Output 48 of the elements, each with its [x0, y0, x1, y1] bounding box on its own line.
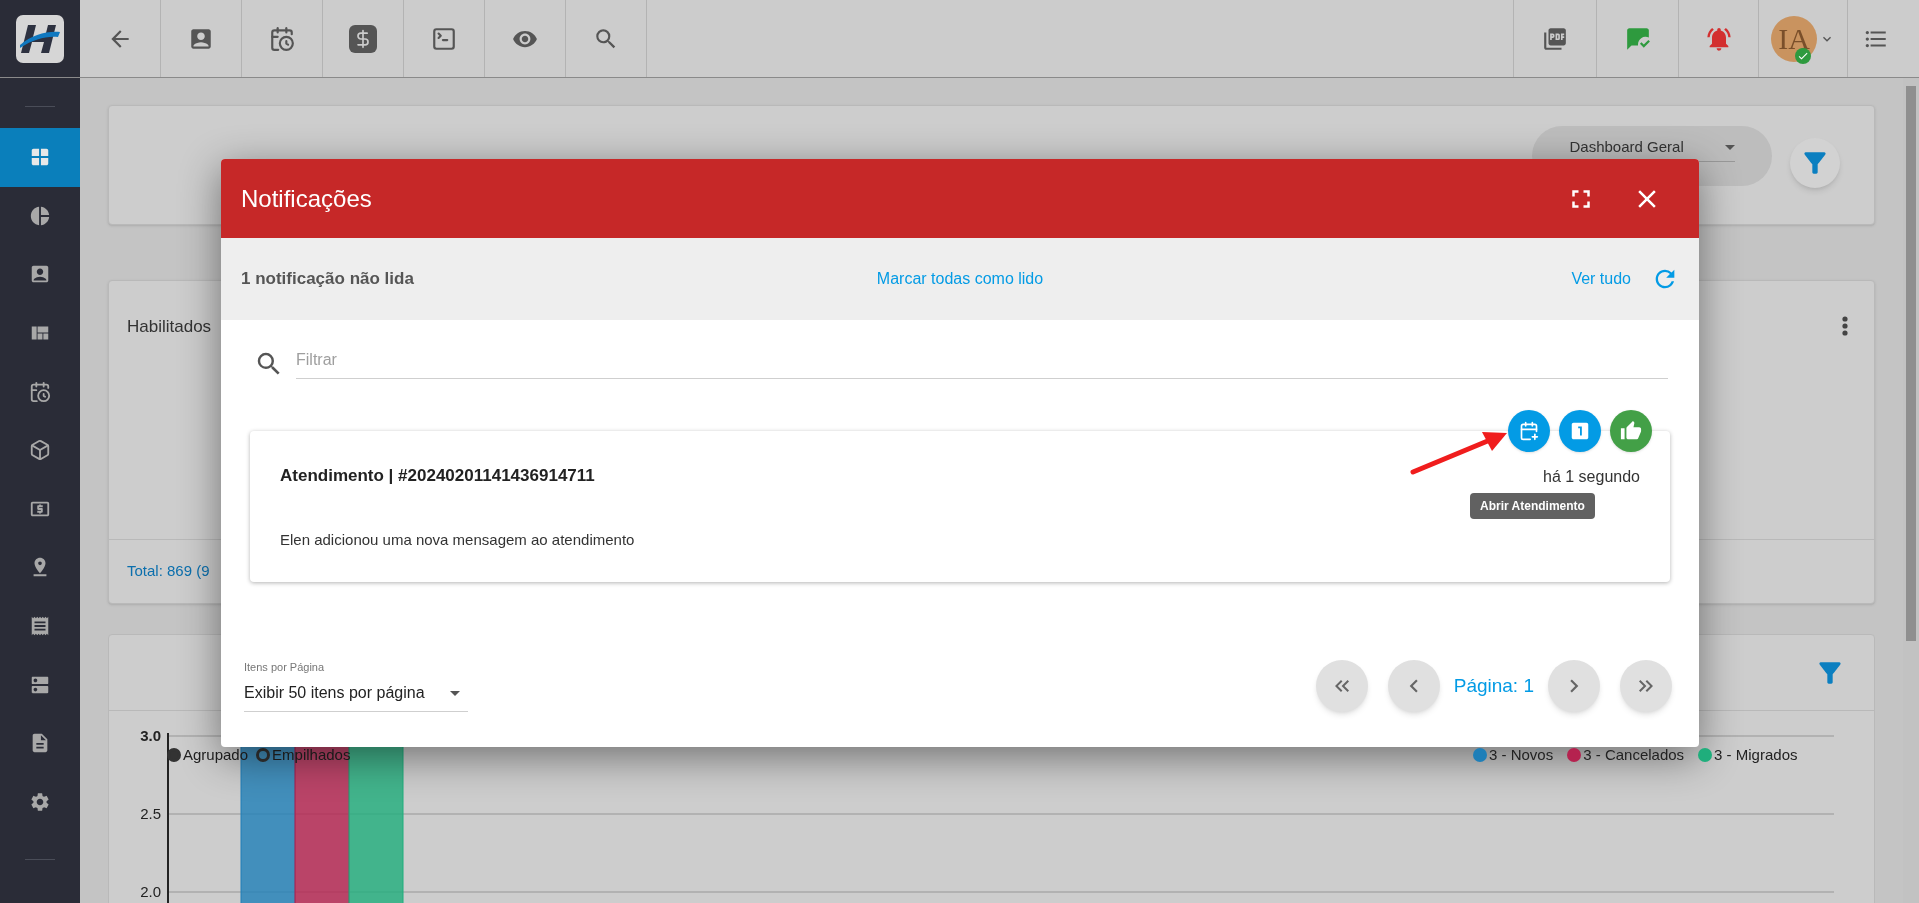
sidebar-item[interactable]: [0, 128, 80, 187]
tooltip: Abrir Atendimento: [1470, 493, 1595, 519]
dialog-title: Notificações: [241, 183, 373, 214]
avatar-button[interactable]: IA: [1759, 0, 1848, 77]
box-icon: [29, 439, 51, 462]
filter-field[interactable]: Filtrar: [296, 348, 1668, 379]
last-page-button[interactable]: [1620, 660, 1672, 712]
online-check-icon: [1795, 47, 1811, 64]
chat-check-icon: [1624, 25, 1651, 52]
thumbs-up-button[interactable]: [1610, 410, 1652, 452]
number-one-icon: [1569, 420, 1591, 442]
dashboard-select-value: Dashboard Geral: [1569, 137, 1684, 157]
notification-time: há 1 segundo: [1543, 467, 1640, 487]
open-ticket-button[interactable]: [1508, 410, 1550, 452]
calendar-plus-icon: [1519, 421, 1539, 441]
axis-tick-label: 3.0: [140, 727, 161, 744]
pie-chart-icon: [29, 204, 51, 227]
calendar-clock-icon: [29, 380, 51, 403]
mark-all-read-link[interactable]: Marcar todas como lido: [876, 267, 1044, 291]
dollar-icon: [349, 24, 377, 53]
page-size-label: Itens por Página: [244, 659, 326, 675]
receipt-icon: [29, 615, 51, 638]
legend-label: 3 - Cancelados: [1583, 745, 1685, 765]
pdf-icon: [1542, 25, 1568, 52]
see-all-link[interactable]: Ver tudo: [1571, 267, 1631, 291]
page-size-select[interactable]: Exibir 50 itens por página: [244, 681, 468, 712]
avatar-initials: IA: [1778, 23, 1810, 54]
number-one-button[interactable]: [1559, 410, 1601, 452]
legend-label: 3 - Migrados: [1714, 745, 1798, 765]
dropdown-icon: [450, 690, 460, 696]
total-text: Total: 869 (9: [127, 561, 210, 582]
settings-icon: [29, 790, 51, 813]
notification-title: Atendimento | #20240201141436914711: [280, 465, 595, 487]
calendar-clock-icon: [269, 25, 295, 52]
card-title: Habilitados: [127, 316, 212, 338]
legend-label: 3 - Novos: [1489, 745, 1554, 765]
first-page-button[interactable]: [1315, 660, 1368, 712]
terminal-icon: [431, 25, 457, 52]
thumbs-up-icon: [1620, 420, 1642, 442]
dropdown-icon: [1724, 144, 1735, 150]
more-options-icon: [1842, 316, 1848, 336]
axis-tick-label: 2.0: [140, 883, 161, 900]
axis-tick-label: 2.5: [140, 805, 161, 822]
filter-button[interactable]: [1790, 138, 1840, 188]
logo-icon[interactable]: [16, 14, 64, 63]
page-indicator: Página: 1: [1453, 673, 1534, 698]
unread-count: 1 notificação não lida: [241, 268, 415, 291]
notification-message: Elen adicionou uma nova mensagem ao atendimento: [280, 530, 636, 550]
